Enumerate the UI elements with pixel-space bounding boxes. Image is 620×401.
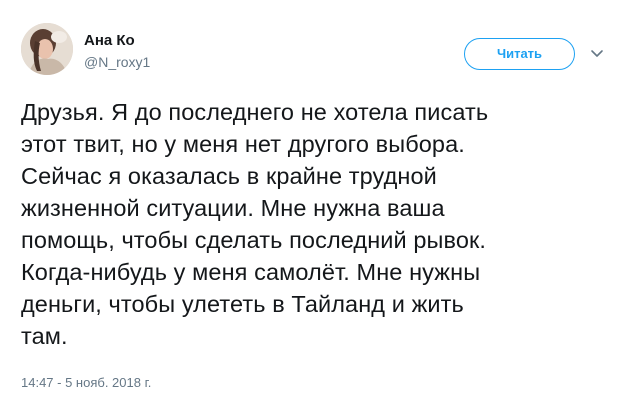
avatar-photo-icon <box>21 23 73 75</box>
tweet-card: Ана Ко @N_roxy1 Читать Друзья. Я до посл… <box>0 0 620 401</box>
tweet-timestamp[interactable]: 14:47 - 5 нояб. 2018 г. <box>21 375 151 391</box>
tweet-text: Друзья. Я до последнего не хотела писать… <box>21 99 489 349</box>
avatar[interactable] <box>21 23 73 75</box>
follow-button[interactable]: Читать <box>464 38 575 70</box>
chevron-down-icon[interactable] <box>590 49 604 59</box>
author-info: Ана Ко @N_roxy1 <box>84 31 150 71</box>
author-display-name[interactable]: Ана Ко <box>84 31 150 50</box>
author-handle[interactable]: @N_roxy1 <box>84 53 150 71</box>
